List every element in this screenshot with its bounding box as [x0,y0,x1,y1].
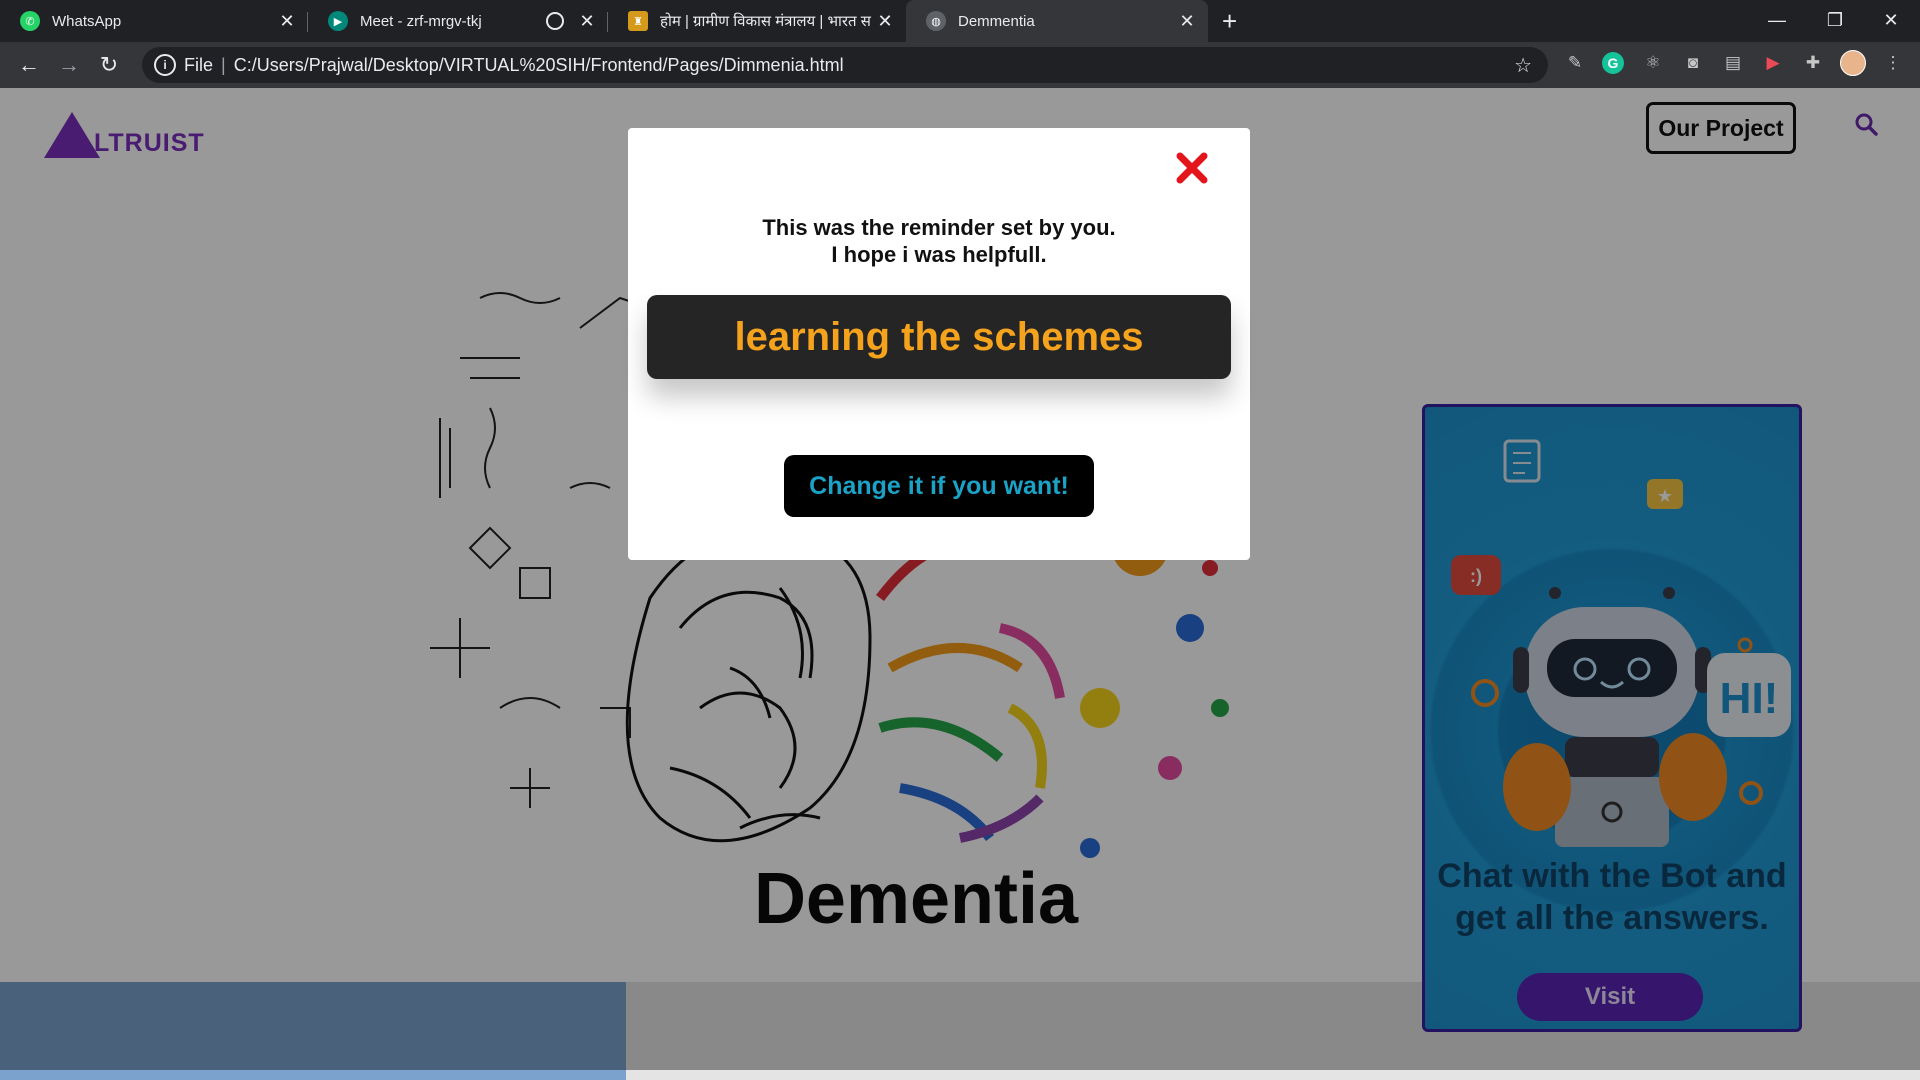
back-icon[interactable]: ← [14,50,44,80]
close-icon[interactable]: ✕ [874,11,896,32]
tab-whatsapp[interactable]: ✆ WhatsApp ✕ [0,0,308,42]
page-viewport: LTRUIST Our Project Dementia HI!:) ★ Ch… [0,88,1920,1080]
close-icon[interactable]: ✕ [1176,11,1198,32]
react-devtools-icon[interactable]: ⚛ [1640,50,1666,76]
reminder-message-line-2: I hope i was helpfull. [831,242,1047,267]
new-tab-icon[interactable]: + [1222,6,1237,37]
change-reminder-button[interactable]: Change it if you want! [784,455,1094,517]
window-close-icon[interactable]: ✕ [1862,0,1920,40]
bookmark-star-icon[interactable]: ☆ [1514,53,1532,78]
emblem-icon: ♜ [628,11,648,31]
profile-avatar[interactable] [1840,50,1866,76]
record-icon[interactable]: ▶ [1760,50,1786,76]
tab-title: WhatsApp [52,12,122,30]
tab-demmentia[interactable]: ◍ Demmentia ✕ [906,0,1208,42]
tab-ministry[interactable]: ♜ होम | ग्रामीण विकास मंत्रालय | भारत स … [608,0,906,42]
url-text[interactable]: C:/Users/Prajwal/Desktop/VIRTUAL%20SIH/F… [234,55,844,76]
pdf-icon[interactable]: ▤ [1720,50,1746,76]
scheme-label: File [184,54,214,75]
reminder-modal: This was the reminder set by you. I hope… [628,128,1250,560]
tab-meet[interactable]: ▶ Meet - zrf-mrgv-tkj ✕ [308,0,608,42]
meet-icon: ▶ [328,11,348,31]
info-icon[interactable]: i [154,54,176,76]
reminder-message-line-1: This was the reminder set by you. [762,215,1116,240]
camera-icon[interactable]: ◙ [1680,50,1706,76]
menu-kebab-icon[interactable]: ⋮ [1880,50,1906,76]
close-icon[interactable]: ✕ [276,11,298,32]
close-icon[interactable]: ✕ [576,11,598,32]
tab-title: Meet - zrf-mrgv-tkj [360,12,482,30]
globe-icon: ◍ [926,11,946,31]
divider: | [221,54,226,75]
restore-icon[interactable]: ❐ [1806,0,1864,40]
tab-title: Demmentia [958,12,1035,30]
reminder-text: learning the schemes [647,295,1231,379]
tab-title: होम | ग्रामीण विकास मंत्रालय | भारत स [660,13,871,30]
minimize-icon[interactable]: — [1748,0,1806,40]
tab-strip: ✆ WhatsApp ✕ ▶ Meet - zrf-mrgv-tkj ✕ ♜ ह… [0,0,1920,42]
pen-extension-icon[interactable]: ✎ [1562,50,1588,76]
close-icon[interactable] [1174,150,1210,186]
reload-icon[interactable]: ↻ [94,50,124,80]
browser-toolbar: ← → ↻ i File | C:/Users/Prajwal/Desktop/… [0,42,1920,88]
reminder-message: This was the reminder set by you. I hope… [628,214,1250,268]
extensions-icon[interactable]: ✚ [1800,50,1826,76]
grammarly-icon[interactable]: G [1600,50,1626,76]
address-bar[interactable]: i File | C:/Users/Prajwal/Desktop/VIRTUA… [142,47,1548,83]
forward-icon[interactable]: → [54,50,84,80]
recording-icon [546,12,564,30]
whatsapp-icon: ✆ [20,11,40,31]
